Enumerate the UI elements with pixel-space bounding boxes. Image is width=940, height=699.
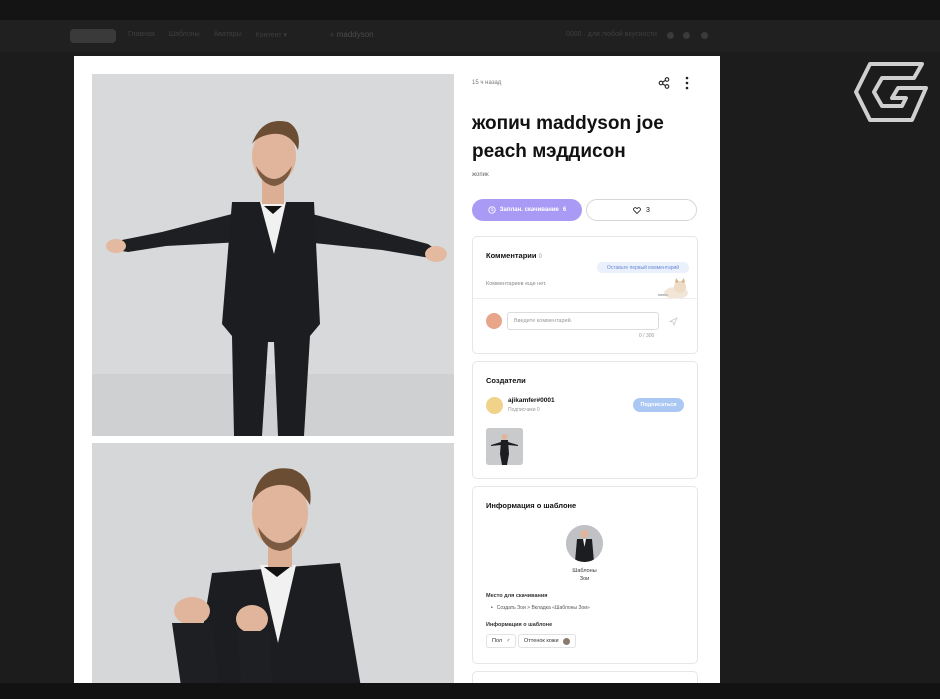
divider <box>473 298 697 299</box>
background-nav-links: Главная Шаблоны Аватары Контент ▾ <box>128 31 287 39</box>
gender-label: Пол <box>492 638 503 644</box>
comments-count: 0 <box>538 254 542 260</box>
background-right-text: 0000 · для любой вкусности <box>566 31 657 38</box>
heart-icon <box>633 206 641 214</box>
subscribe-button[interactable]: Подписаться <box>633 398 684 412</box>
template-subtitle: жопик <box>472 172 489 178</box>
template-title: жопич maddyson joe peach мэддисон <box>472 113 664 162</box>
like-count: 3 <box>646 206 650 214</box>
comment-input[interactable]: Введите комментарий. <box>507 312 659 330</box>
template-label-line: Шаблоны <box>572 568 597 574</box>
skin-tone-swatch <box>562 637 570 645</box>
comments-card: Комментарии 0 Оставьте первый комментари… <box>472 236 698 354</box>
background-nav-link: Главная <box>128 31 155 38</box>
creators-card: Создатели ajikamfer#0001 Подписчики 0 По… <box>472 361 698 479</box>
background-icon <box>667 32 674 39</box>
download-count: 6 <box>562 207 567 213</box>
more-options-icon[interactable] <box>681 76 693 90</box>
preview-image-1 <box>92 74 454 436</box>
clock-icon <box>488 206 496 214</box>
template-label: Шаблоны Зои <box>546 567 623 583</box>
template-modal: 15 ч назад жопич maddyson joe peach мэдд… <box>74 56 720 683</box>
download-location-path: Создать Зои > Вкладка «Шаблоны Зои» <box>491 605 590 611</box>
background-nav-link: Контент ▾ <box>255 32 288 39</box>
comments-heading: Комментарии 0 <box>486 251 542 260</box>
background-topbar <box>0 0 940 20</box>
template-label-line: Зои <box>579 576 590 582</box>
creator-template-thumbnail[interactable] <box>486 428 523 465</box>
creator-avatar[interactable] <box>486 397 503 414</box>
share-icon[interactable] <box>658 77 670 89</box>
user-avatar <box>486 313 502 329</box>
comment-char-counter: 0 / 300 <box>639 333 655 339</box>
creators-heading: Создатели <box>486 376 526 385</box>
creator-name[interactable]: ajikamfer#0001 <box>508 397 555 404</box>
background-search-text: maddyson <box>336 30 374 39</box>
gender-tag: Пол ♂ <box>486 634 517 648</box>
brand-logo-icon <box>854 62 928 122</box>
like-button[interactable]: 3 <box>586 199 697 221</box>
background-search: ⌕ maddyson <box>330 30 374 39</box>
first-comment-hint: Оставьте первый комментарий <box>597 262 689 273</box>
download-label: Заплан. скачивание <box>499 207 559 213</box>
background-logo <box>70 29 116 43</box>
creator-subscribers: Подписчики 0 <box>508 407 540 413</box>
background-icon <box>683 32 690 39</box>
background-bottom-bar <box>0 683 940 699</box>
background-icon <box>701 32 708 39</box>
template-info-heading: Информация о шаблоне <box>486 501 577 510</box>
skin-tone-tag: Оттенок кожи <box>518 634 576 648</box>
comments-heading-text: Комментарии <box>486 251 537 260</box>
background-nav-link: Аватары <box>213 31 242 38</box>
template-preview-avatar <box>566 525 603 562</box>
cat-illustration-icon <box>658 278 688 299</box>
template-info-card: Информация о шаблоне Шаблоны Зои Место д… <box>472 486 698 664</box>
next-card <box>472 671 698 683</box>
download-location-heading: Место для скачивания <box>486 593 548 599</box>
male-icon: ♂ <box>506 638 511 644</box>
background-nav-link: Шаблоны <box>168 31 200 38</box>
preview-image-2 <box>92 443 454 683</box>
no-comments-text: Комментариев еще нет. <box>486 281 547 287</box>
send-icon[interactable] <box>669 317 678 326</box>
skin-tone-label: Оттенок кожи <box>524 638 559 644</box>
template-details-heading: Информация о шаблоне <box>486 622 553 628</box>
download-button[interactable]: Заплан. скачивание 6 <box>472 199 582 221</box>
post-time: 15 ч назад <box>472 80 502 86</box>
